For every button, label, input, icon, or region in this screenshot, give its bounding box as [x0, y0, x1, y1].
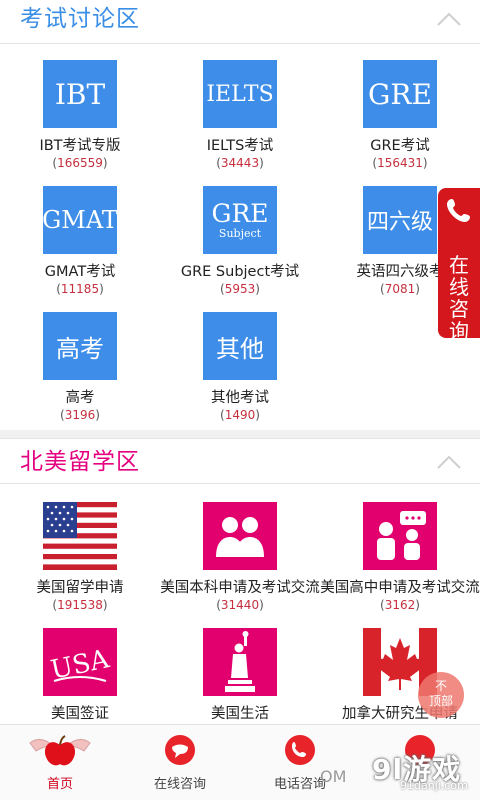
exam-name: IELTS考试: [206, 138, 274, 154]
post-count: (11185): [56, 282, 104, 296]
exam-name: GRE考试: [370, 138, 430, 154]
na-tile-visa[interactable]: USA 美国签证: [0, 628, 160, 723]
section-header-north-america[interactable]: 北美留学区: [0, 438, 480, 484]
exam-tile-gmat[interactable]: GMAT GMAT考试 (11185): [0, 186, 160, 297]
tab-online-consult[interactable]: 在线咨询: [120, 725, 240, 800]
ibt-icon: IBT: [43, 60, 117, 128]
tab-label: 在线咨询: [153, 777, 206, 792]
gre-icon: GRE: [363, 60, 437, 128]
phone-icon: [447, 199, 470, 222]
exam-name: IBT考试专版: [39, 138, 121, 154]
exam-name: 高考: [65, 390, 95, 406]
chevron-up-icon[interactable]: [436, 10, 462, 28]
exam-tile-other[interactable]: 其他 其他考试 (1490): [160, 312, 320, 423]
post-count: (3196): [60, 408, 100, 422]
exam-tile-ibt[interactable]: IBT IBT考试专版 (166559): [0, 60, 160, 171]
post-count: (156431): [372, 156, 428, 170]
exam-name: GRE Subject考试: [180, 264, 300, 280]
section-title: 北美留学区: [20, 449, 140, 475]
back-to-top-button[interactable]: 不 顶部: [418, 672, 464, 718]
post-count: (3162): [380, 598, 420, 612]
board-name: 美国本科申请及考试交流: [160, 580, 320, 596]
phone-icon: [285, 735, 315, 765]
post-count: (1490): [220, 408, 260, 422]
section-title: 考试讨论区: [20, 6, 140, 32]
gaokao-icon: 高考: [43, 312, 117, 380]
gre-subject-icon: GRE Subject: [203, 186, 277, 254]
exam-tile-gre[interactable]: GRE GRE考试 (156431): [320, 60, 480, 171]
board-name: 美国高中申请及考试交流: [320, 580, 480, 596]
students-icon: [203, 502, 277, 570]
gmat-icon: GMAT: [42, 186, 118, 254]
statue-of-liberty-icon: [203, 628, 277, 696]
post-count: (191538): [52, 598, 108, 612]
exam-name: 其他考试: [211, 390, 269, 406]
post-count: (34443): [216, 156, 264, 170]
na-tile-us-application[interactable]: 美国留学申请 (191538): [0, 502, 160, 613]
board-name: 美国签证: [51, 706, 109, 722]
tab-phone-consult[interactable]: 电话咨询: [240, 725, 360, 800]
floating-consult-button[interactable]: 在 线 咨 询: [438, 188, 480, 342]
post-count: (5953): [220, 282, 260, 296]
other-exam-icon: 其他: [203, 312, 277, 380]
usa-visa-icon: USA: [43, 628, 117, 696]
chat-bubble-icon: [165, 735, 195, 765]
exam-tile-gre-subject[interactable]: GRE Subject GRE Subject考试 (5953): [160, 186, 320, 297]
na-tile-highschool[interactable]: 美国高中申请及考试交流 (3162): [320, 502, 480, 613]
post-count: (31440): [216, 598, 264, 612]
chevron-up-icon[interactable]: [436, 453, 462, 471]
exam-tile-gaokao[interactable]: 高考 高考 (3196): [0, 312, 160, 423]
watermark-domain-fragment: OM: [320, 767, 347, 786]
cet-icon: 四六级: [363, 186, 437, 254]
post-count: (166559): [52, 156, 108, 170]
tab-home[interactable]: 首页: [0, 725, 120, 800]
na-tile-life[interactable]: 美国生活: [160, 628, 320, 723]
exam-name: GMAT考试: [44, 264, 116, 280]
board-name: 美国留学申请: [36, 580, 124, 596]
ielts-icon: IELTS: [203, 60, 277, 128]
watermark-url: 91danji.com: [400, 779, 468, 792]
consult-label: 在 线 咨 询: [449, 253, 469, 343]
section-header-exams[interactable]: 考试讨论区: [0, 0, 480, 44]
section-divider: [0, 430, 480, 438]
exam-tile-ielts[interactable]: IELTS IELTS考试 (34443): [160, 60, 320, 171]
home-apple-icon: [29, 735, 91, 766]
usa-flag-icon: [43, 502, 117, 570]
tab-label: 首页: [46, 777, 73, 792]
na-tile-undergrad[interactable]: 美国本科申请及考试交流 (31440): [160, 502, 320, 613]
board-name: 美国生活: [211, 706, 269, 722]
highschool-chat-icon: [363, 502, 437, 570]
